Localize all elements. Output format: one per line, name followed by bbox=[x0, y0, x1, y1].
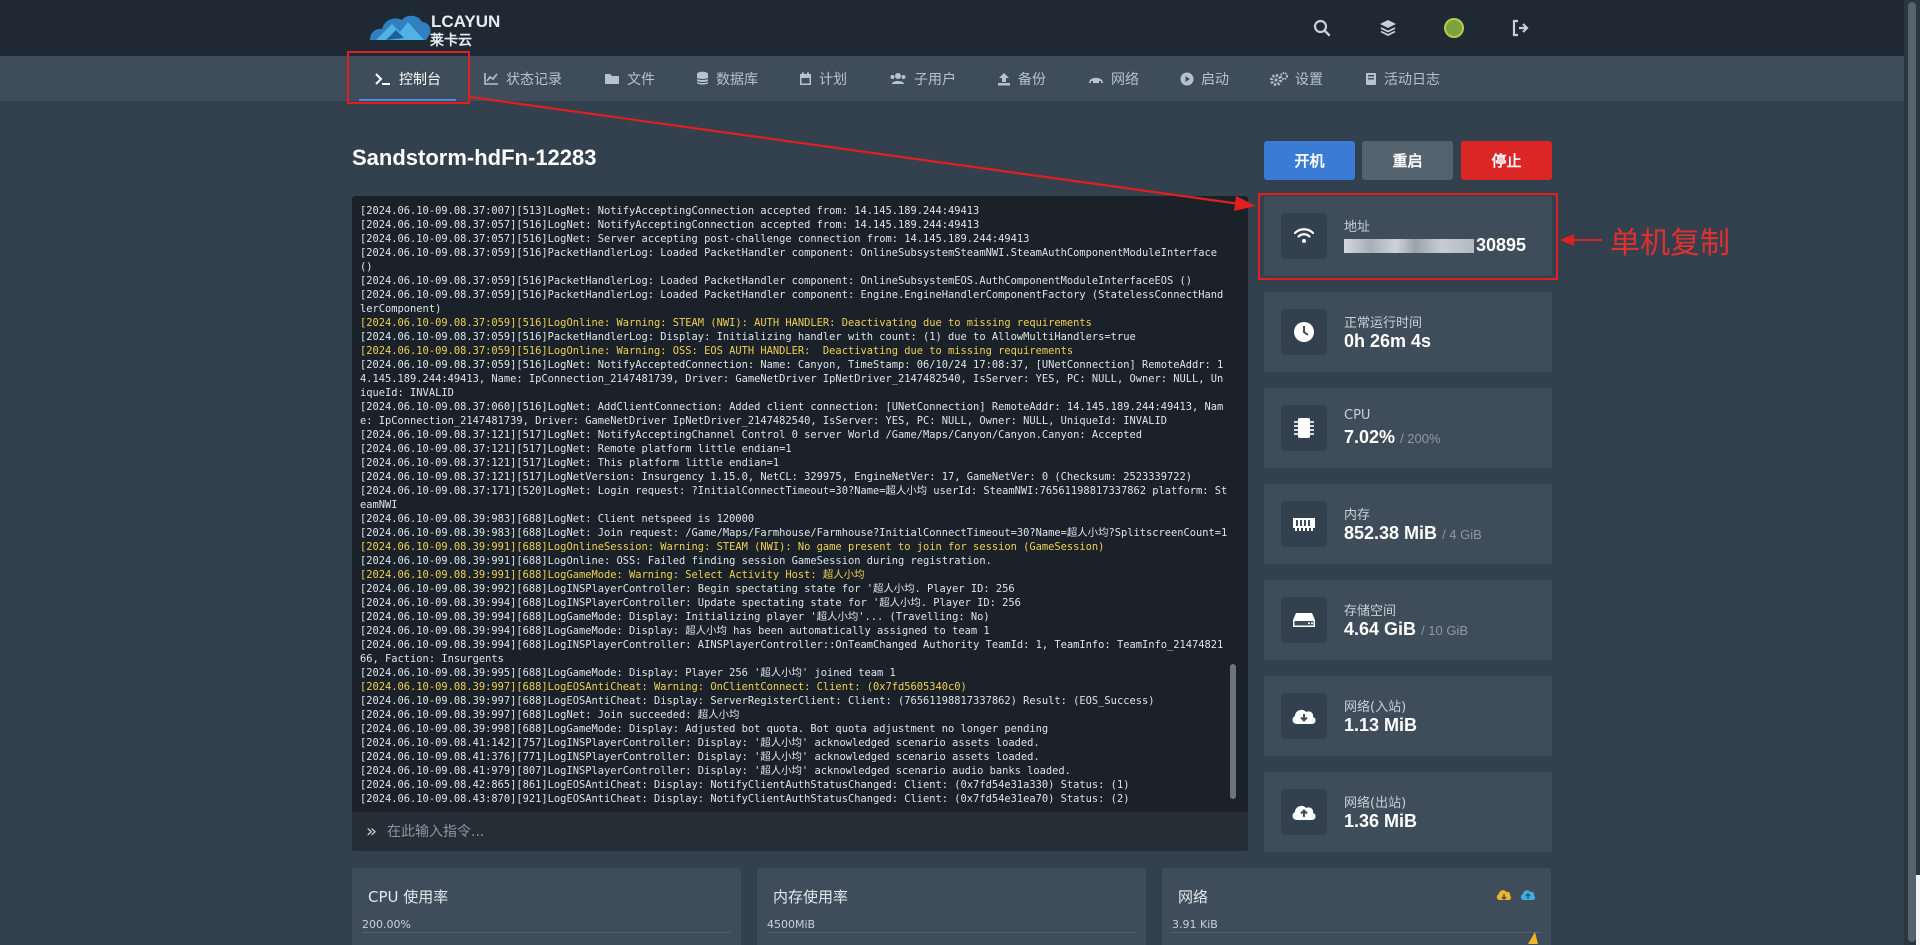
network-in-value: 1.13 MiB bbox=[1344, 715, 1418, 735]
cpu-panel-gridline bbox=[362, 932, 731, 933]
cpu-value: 7.02% / 200% bbox=[1344, 427, 1441, 448]
storage-value: 4.64 GiB / 10 GiB bbox=[1344, 619, 1468, 640]
network-panel-max: 3.91 KiB bbox=[1172, 918, 1218, 931]
cpu-panel-max: 200.00% bbox=[362, 918, 411, 931]
network-in-label: 网络(入站) bbox=[1344, 700, 1407, 715]
cpu-panel-title: CPU 使用率 bbox=[368, 888, 449, 906]
cpu-limit: / 200% bbox=[1400, 431, 1441, 446]
cloud-download-legend-icon bbox=[1496, 890, 1512, 900]
network-panel-title: 网络 bbox=[1178, 888, 1209, 906]
cpu-usage-panel: CPU 使用率 200.00% bbox=[352, 868, 741, 945]
uptime-label: 正常运行时间 bbox=[1344, 316, 1423, 331]
network-panel-gridline bbox=[1172, 932, 1541, 933]
storage-limit: / 10 GiB bbox=[1421, 623, 1469, 638]
memory-usage: 852.38 MiB bbox=[1344, 523, 1438, 543]
stat-network-in: 网络(入站) 1.13 MiB bbox=[1264, 676, 1552, 756]
cpu-label: CPU bbox=[1344, 408, 1371, 423]
memory-panel-max: 4500MiB bbox=[767, 918, 816, 931]
page-scrollbar-thumb[interactable] bbox=[1908, 2, 1916, 942]
memory-icon bbox=[1281, 501, 1327, 547]
network-out-value: 1.36 MiB bbox=[1344, 811, 1418, 831]
stat-storage: 存储空间 4.64 GiB / 10 GiB bbox=[1264, 580, 1552, 660]
memory-limit: / 4 GiB bbox=[1442, 527, 1482, 542]
memory-usage-panel: 内存使用率 4500MiB bbox=[757, 868, 1146, 945]
memory-label: 内存 bbox=[1344, 508, 1371, 523]
cloud-upload-icon bbox=[1281, 789, 1327, 835]
cloud-upload-legend-icon bbox=[1520, 890, 1536, 900]
memory-panel-gridline bbox=[767, 932, 1136, 933]
annotation-arrow-icon bbox=[469, 95, 1256, 211]
stat-network-out: 网络(出站) 1.36 MiB bbox=[1264, 772, 1552, 852]
cpu-chip-icon bbox=[1281, 405, 1327, 451]
network-chart-peak bbox=[1528, 932, 1538, 944]
storage-label: 存储空间 bbox=[1344, 604, 1397, 619]
network-panel: 网络 3.91 KiB bbox=[1162, 868, 1551, 945]
uptime-value: 0h 26m 4s bbox=[1344, 331, 1432, 351]
stat-memory: 内存 852.38 MiB / 4 GiB bbox=[1264, 484, 1552, 564]
cloud-download-icon bbox=[1281, 693, 1327, 739]
page-edge bbox=[1916, 875, 1920, 945]
memory-panel-title: 内存使用率 bbox=[773, 888, 849, 906]
storage-usage: 4.64 GiB bbox=[1344, 619, 1417, 639]
network-out-label: 网络(出站) bbox=[1344, 796, 1407, 811]
clock-icon bbox=[1281, 309, 1327, 355]
memory-value: 852.38 MiB / 4 GiB bbox=[1344, 523, 1482, 544]
hdd-icon bbox=[1281, 597, 1327, 643]
stat-uptime: 正常运行时间 0h 26m 4s bbox=[1264, 292, 1552, 372]
stat-cpu: CPU 7.02% / 200% bbox=[1264, 388, 1552, 468]
page-scrollbar[interactable] bbox=[1904, 0, 1920, 945]
cpu-usage: 7.02% bbox=[1344, 427, 1396, 447]
